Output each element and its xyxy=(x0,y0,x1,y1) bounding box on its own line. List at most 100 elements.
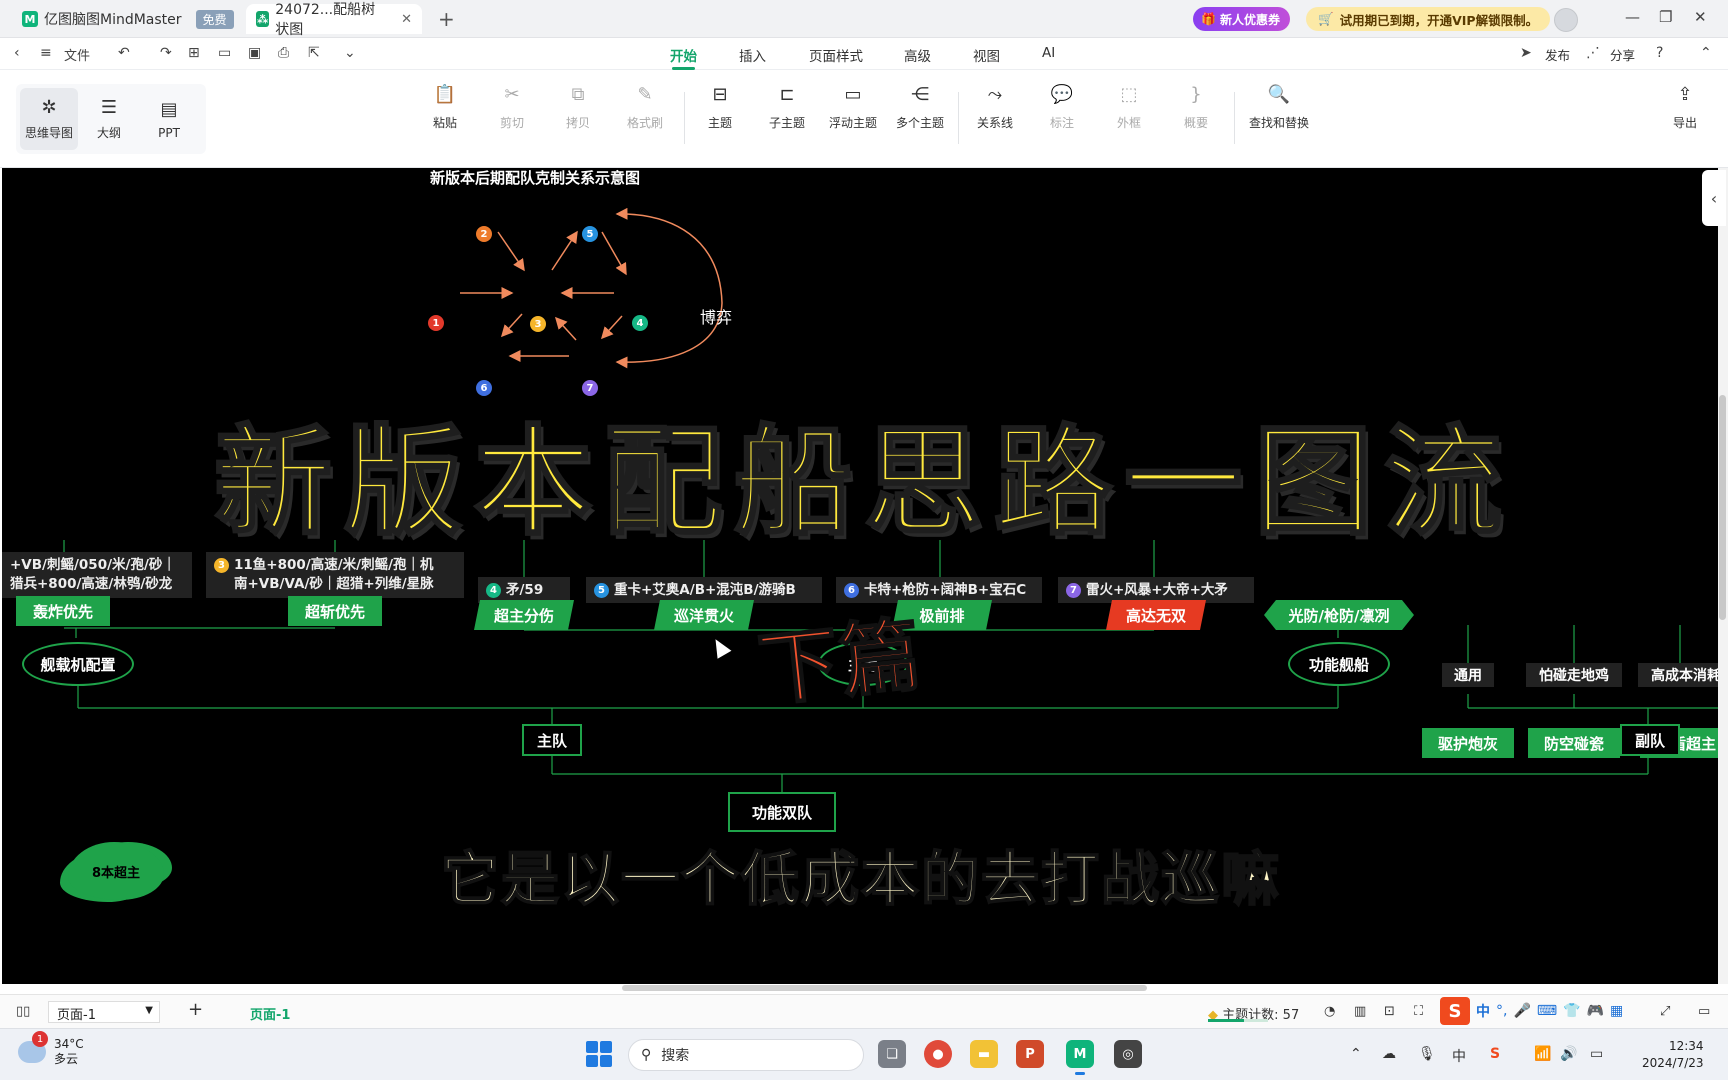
callout-button[interactable]: 💬 标注 xyxy=(1029,84,1095,131)
node-functional-ship[interactable]: 功能舰船 xyxy=(1288,642,1390,686)
page-select[interactable]: 页面-1 ▼ xyxy=(48,1001,160,1023)
leaf-aa-bump[interactable]: 防空碰瓷 xyxy=(1528,728,1620,758)
add-page-icon[interactable]: + xyxy=(188,999,203,1020)
close-tab-icon[interactable]: ✕ xyxy=(401,12,412,27)
topic-button[interactable]: ⊟ 主题 xyxy=(687,84,753,131)
onedrive-icon[interactable]: ☁ xyxy=(1382,1046,1396,1062)
close-window-icon[interactable]: ✕ xyxy=(1694,8,1707,26)
node-2[interactable]: 2 xyxy=(476,226,492,242)
floating-topic-8-super[interactable]: 8本超主 xyxy=(68,842,164,900)
mic-tray-icon[interactable]: 🎙 xyxy=(1418,1046,1436,1062)
boundary-button[interactable]: ⬚ 外框 xyxy=(1096,84,1162,131)
mindmap-canvas[interactable]: 新版本后期配队克制关系示意图 1 2 3 4 5 6 7 博弈 新版本配船思路一… xyxy=(2,168,1718,984)
export-button[interactable]: ⇪ 导出 xyxy=(1652,84,1718,131)
tab-document[interactable]: ⁂ 24072...配船树状图 ✕ xyxy=(246,2,422,38)
fit-icon[interactable]: ⊡ xyxy=(1384,1004,1395,1019)
user-avatar[interactable] xyxy=(1554,8,1578,32)
skin-icon[interactable]: 👕 xyxy=(1563,1003,1580,1019)
publish-icon[interactable]: ➤ xyxy=(1520,45,1532,61)
file-menu[interactable]: 文件 xyxy=(64,45,90,64)
view-outline-button[interactable]: ☰ 大纲 xyxy=(80,88,138,150)
floating-topic-button[interactable]: ▭ 浮动主题 xyxy=(820,84,886,131)
menu-icon[interactable]: ≡ xyxy=(40,45,52,61)
find-replace-button[interactable]: 🔍 查找和替换 xyxy=(1244,84,1314,131)
node-5[interactable]: 5 xyxy=(582,226,598,242)
redo-icon[interactable]: ↷ xyxy=(160,45,172,61)
theme-icon[interactable]: ◔ xyxy=(1324,1004,1335,1019)
node-3[interactable]: 3 xyxy=(530,316,546,332)
weather-widget[interactable]: 1 34°C 多云 xyxy=(18,1031,84,1067)
node-main-team[interactable]: 主队 xyxy=(522,724,582,756)
card-lineup-5[interactable]: 5 重卡+艾奥A/B+混沌B/游骑B xyxy=(586,577,822,603)
microphone-icon[interactable]: 🎤 xyxy=(1513,1003,1530,1019)
vertical-scrollbar[interactable] xyxy=(1719,395,1726,620)
paste-button[interactable]: 📋 粘贴 xyxy=(412,84,478,131)
card-lineup-7[interactable]: 7 雷火+风暴+大帝+大矛 xyxy=(1058,577,1254,603)
diagram-title[interactable]: 新版本后期配队克制关系示意图 xyxy=(430,168,640,188)
coupon-button[interactable]: 🎁 新人优惠券 xyxy=(1193,7,1290,31)
share-icon[interactable]: ⋰ xyxy=(1586,45,1600,61)
back-icon[interactable]: ‹ xyxy=(14,45,20,61)
sidepanel-toggle-icon[interactable]: ‹ xyxy=(1702,170,1726,226)
help-icon[interactable]: ? xyxy=(1656,45,1663,61)
copy-button[interactable]: ⧉ 拷贝 xyxy=(545,84,611,131)
save-icon[interactable]: ▣ xyxy=(248,45,261,61)
restore-icon[interactable]: ❐ xyxy=(1659,8,1672,26)
sogou-tray-icon[interactable]: S xyxy=(1490,1046,1500,1062)
taskbar-search[interactable]: ⚲ 搜索 xyxy=(628,1039,864,1071)
card-lineup-4[interactable]: 4 矛/59 xyxy=(478,577,570,603)
tag-general[interactable]: 通用 xyxy=(1442,663,1494,687)
menu-page-style[interactable]: 页面样式 xyxy=(809,45,863,65)
task-view-icon[interactable]: ❏ xyxy=(878,1040,906,1068)
open-folder-icon[interactable]: ▭ xyxy=(218,45,231,61)
system-clock[interactable]: 12:34 2024/7/23 xyxy=(1642,1038,1704,1072)
leaf-escort-fodder[interactable]: 驱护炮灰 xyxy=(1422,728,1514,758)
tray-expand-icon[interactable]: ⌃ xyxy=(1350,1046,1362,1062)
chrome-icon[interactable]: ● xyxy=(924,1040,952,1068)
node-1[interactable]: 1 xyxy=(428,315,444,331)
tab-home[interactable]: M 亿图脑图MindMaster 免费 xyxy=(12,4,244,34)
export-quick-icon[interactable]: ⇱ xyxy=(308,45,320,61)
card-lineup-3[interactable]: 3 11鱼+800/高速/米/刺鳐/孢｜机 南+VB/VA/砂｜超猎+列维/星脉 xyxy=(206,552,464,598)
fullscreen-icon[interactable]: ⛶ xyxy=(1414,1004,1423,1019)
menu-insert[interactable]: 插入 xyxy=(739,45,766,65)
powerpoint-icon[interactable]: P xyxy=(1016,1040,1044,1068)
menu-view[interactable]: 视图 xyxy=(973,45,1000,65)
share-button[interactable]: 分享 xyxy=(1610,45,1635,64)
collapse-ribbon-icon[interactable]: ⌃ xyxy=(1700,45,1712,61)
minimize-icon[interactable]: — xyxy=(1625,8,1640,26)
toolbox-icon[interactable]: ▦ xyxy=(1610,1003,1623,1019)
relationship-button[interactable]: ⤳ 关系线 xyxy=(962,84,1028,131)
page-tab-1[interactable]: 页面-1 xyxy=(250,1004,290,1023)
leaf-super-split[interactable]: 超主分伤 xyxy=(474,600,574,630)
menu-advanced[interactable]: 高级 xyxy=(904,45,931,65)
undo-icon[interactable]: ↶ xyxy=(118,45,130,61)
keyboard-icon[interactable]: ⌨ xyxy=(1537,1003,1557,1019)
menu-start[interactable]: 开始 xyxy=(670,45,697,70)
summary-button[interactable]: } 概要 xyxy=(1163,84,1229,131)
horizontal-scrollbar[interactable] xyxy=(622,985,1147,991)
publish-button[interactable]: 发布 xyxy=(1545,45,1570,64)
capture-app-icon[interactable]: ◎ xyxy=(1114,1040,1142,1068)
node-carrier-config[interactable]: 舰载机配置 xyxy=(22,642,134,686)
card-lineup-1[interactable]: +VB/刺鳐/050/米/孢/砂｜ 猎兵+800/高速/林鸮/砂龙 xyxy=(2,552,192,598)
view-mindmap-button[interactable]: ✲ 思维导图 xyxy=(20,88,78,150)
format-painter-button[interactable]: ✎ 格式刷 xyxy=(612,84,678,131)
leaf-gaoda-peerless[interactable]: 高达无双 xyxy=(1106,600,1206,630)
print-icon[interactable]: ⎙ xyxy=(278,45,289,61)
game-theory-label[interactable]: 博弈 xyxy=(700,304,732,328)
new-tab-icon[interactable]: + xyxy=(438,7,455,31)
mindmaster-taskbar-icon[interactable]: M xyxy=(1066,1040,1094,1075)
tag-high-cost[interactable]: 高成本消耗 xyxy=(1638,663,1718,687)
leaf-slash-first[interactable]: 超斩优先 xyxy=(288,596,382,626)
leaf-functional-defense[interactable]: 光防/枪防/凛冽 xyxy=(1264,600,1414,630)
leaf-bomb-first[interactable]: 轰炸优先 xyxy=(16,596,110,626)
windows-start-icon[interactable] xyxy=(586,1041,612,1067)
view-ppt-button[interactable]: ▤ PPT xyxy=(140,88,198,150)
wifi-icon[interactable]: 📶 xyxy=(1534,1046,1551,1062)
file-explorer-icon[interactable]: ▬ xyxy=(970,1040,998,1068)
tag-fear-bump[interactable]: 怕碰走地鸡 xyxy=(1526,663,1622,687)
node-4[interactable]: 4 xyxy=(632,315,648,331)
more-dropdown-icon[interactable]: ⌄ xyxy=(344,45,356,61)
new-icon[interactable]: ⊞ xyxy=(188,45,200,61)
